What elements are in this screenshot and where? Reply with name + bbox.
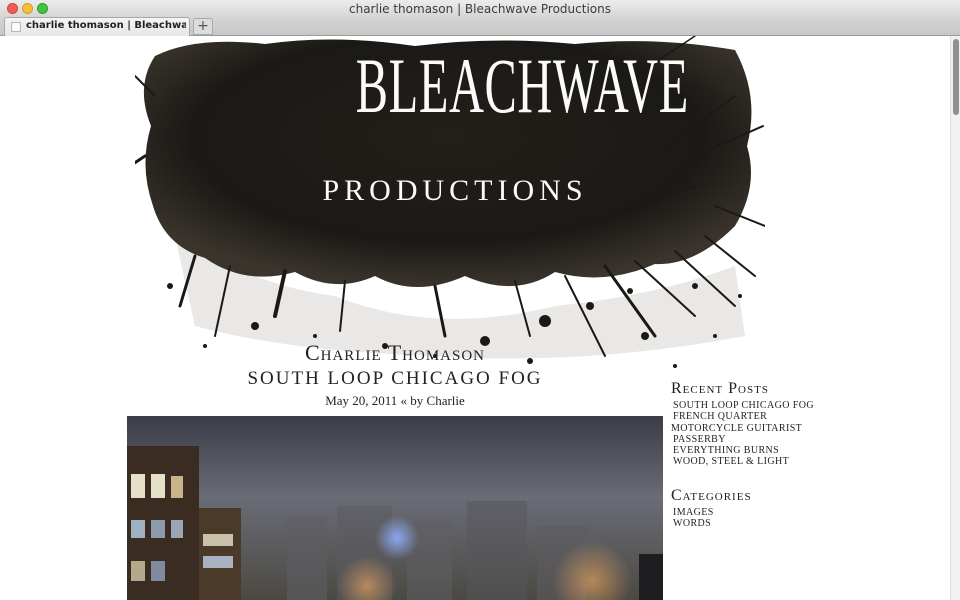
category-link[interactable]: IMAGES	[671, 507, 921, 518]
logo-subtitle: PRODUCTIONS	[322, 174, 588, 207]
page-favicon-icon	[11, 22, 21, 32]
post-title[interactable]: SOUTH LOOP CHICAGO FOG	[127, 368, 663, 390]
window-title: charlie thomason | Bleachwave Production…	[349, 2, 611, 16]
vertical-scrollbar[interactable]	[950, 36, 960, 600]
recent-posts-heading: Recent Posts	[671, 380, 769, 397]
site-header-logo[interactable]: BLEACHWAVE PRODUCTIONS	[128, 36, 766, 376]
recent-post-link[interactable]: WOOD, STEEL & LIGHT	[671, 456, 921, 467]
sidebar: Recent Posts SOUTH LOOP CHICAGO FOG FREN…	[671, 380, 921, 529]
page-viewport: BLEACHWAVE PRODUCTIONS Charlie Thomason …	[0, 36, 950, 600]
recent-posts-list: SOUTH LOOP CHICAGO FOG FRENCH QUARTER MO…	[671, 400, 921, 468]
new-tab-button[interactable]: +	[193, 18, 213, 35]
categories-widget: Categories IMAGES WORDS	[671, 487, 921, 530]
recent-post-link[interactable]: FRENCH QUARTER	[671, 411, 921, 422]
scrollbar-thumb[interactable]	[953, 39, 959, 115]
recent-post-link[interactable]: EVERYTHING BURNS	[671, 445, 921, 456]
categories-heading: Categories	[671, 486, 752, 504]
site-title[interactable]: Charlie Thomason	[127, 340, 663, 366]
tab-strip: charlie thomason | Bleachwave ... +	[0, 17, 960, 36]
recent-post-link[interactable]: PASSERBY	[671, 434, 921, 445]
window-titlebar: charlie thomason | Bleachwave Production…	[0, 0, 960, 17]
logo-wordmark: BLEACHWAVE	[355, 42, 689, 129]
recent-posts-widget: Recent Posts SOUTH LOOP CHICAGO FOG FREN…	[671, 380, 921, 468]
post-meta: May 20, 2011 « by Charlie	[325, 393, 465, 408]
tab-title: charlie thomason | Bleachwave ...	[26, 20, 186, 31]
post-photo	[127, 416, 663, 600]
recent-post-link[interactable]: MOTORCYCLE GUITARIST	[671, 423, 921, 434]
recent-post-link[interactable]: SOUTH LOOP CHICAGO FOG	[671, 400, 921, 411]
categories-list: IMAGES WORDS	[671, 507, 921, 530]
category-link[interactable]: WORDS	[671, 518, 921, 529]
browser-tab[interactable]: charlie thomason | Bleachwave ...	[4, 17, 190, 36]
